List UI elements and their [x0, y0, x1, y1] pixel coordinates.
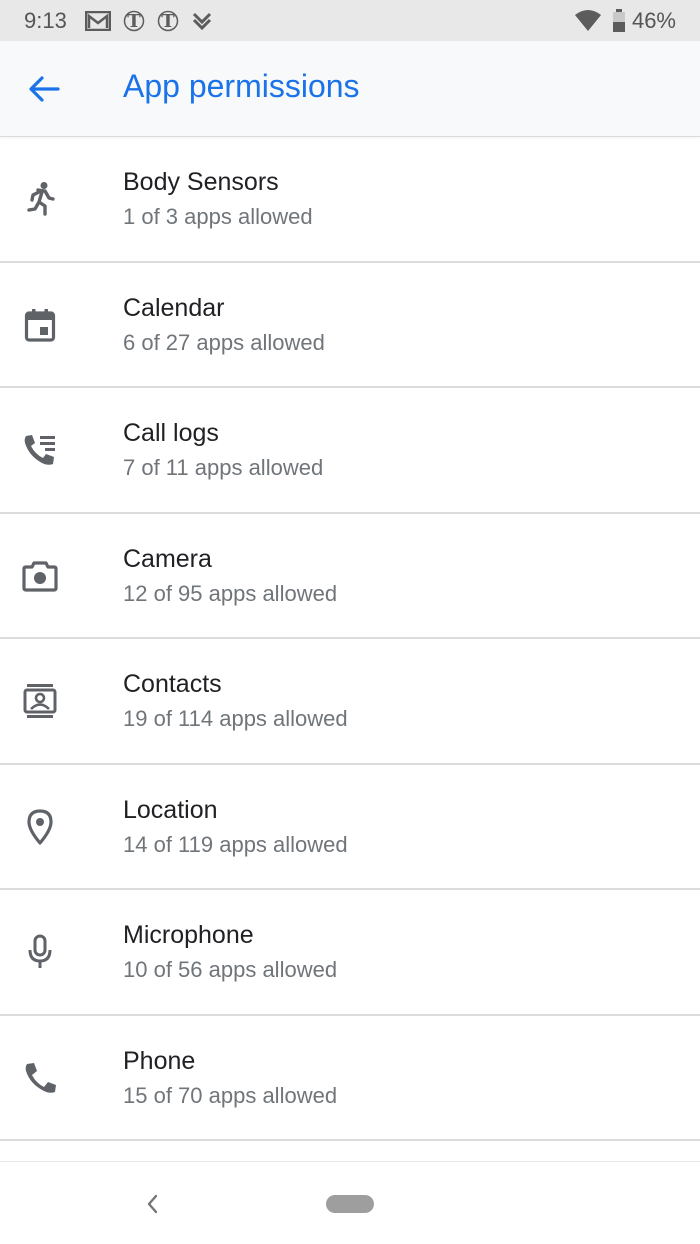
permission-label: Camera	[123, 544, 212, 573]
permission-item-contacts[interactable]: Contacts 19 of 114 apps allowed	[0, 639, 700, 765]
navigation-bar	[0, 1161, 700, 1244]
battery-icon	[612, 8, 626, 33]
arrow-back-icon	[29, 76, 60, 102]
status-time: 9:13	[24, 7, 67, 33]
nav-home-pill[interactable]	[326, 1195, 374, 1213]
permission-label: Phone	[123, 1046, 196, 1075]
permission-label: Body Sensors	[123, 168, 279, 196]
permission-item-calendar[interactable]: Calendar 6 of 27 apps allowed	[0, 263, 700, 388]
back-button[interactable]	[22, 67, 66, 111]
camera-icon	[22, 558, 58, 594]
page-title: App permissions	[123, 68, 360, 104]
phone-icon	[22, 1060, 58, 1096]
permission-label: Contacts	[123, 670, 222, 698]
permission-status: 14 of 119 apps allowed	[123, 831, 348, 857]
permission-item-phone[interactable]: Phone 15 of 70 apps allowed	[0, 1016, 700, 1141]
wifi-icon	[574, 9, 602, 32]
permission-status: 12 of 95 apps allowed	[123, 580, 338, 606]
feedly-icon	[191, 10, 213, 32]
permission-status: 19 of 114 apps allowed	[123, 706, 348, 731]
permission-item-location[interactable]: Location 14 of 119 apps allowed	[0, 765, 700, 890]
permission-status: 10 of 56 apps allowed	[123, 957, 338, 982]
permission-status: 7 of 11 apps allowed	[123, 455, 324, 480]
nytimes-icon: T	[157, 10, 179, 32]
permission-label: Location	[123, 795, 218, 824]
gmail-icon	[84, 10, 111, 31]
permission-status: 6 of 27 apps allowed	[123, 329, 325, 355]
status-right: 46%	[564, 8, 676, 34]
permission-item-call-logs[interactable]: Call logs 7 of 11 apps allowed	[0, 388, 700, 514]
status-bar: 9:13 T T 46%	[0, 0, 700, 41]
nav-back-button[interactable]	[138, 1188, 166, 1220]
permission-item-body-sensors[interactable]: Body Sensors 1 of 3 apps allowed	[0, 137, 700, 263]
permission-item-camera[interactable]: Camera 12 of 95 apps allowed	[0, 514, 700, 639]
location-icon	[22, 808, 58, 845]
permission-label: Call logs	[123, 419, 219, 447]
call-logs-icon	[22, 432, 58, 468]
permission-status: 1 of 3 apps allowed	[123, 204, 313, 229]
permission-item-microphone[interactable]: Microphone 10 of 56 apps allowed	[0, 890, 700, 1016]
status-left: 9:13 T T	[24, 8, 225, 34]
contacts-icon	[22, 683, 58, 719]
permissions-list: Body Sensors 1 of 3 apps allowed Calenda…	[0, 137, 700, 1161]
permission-status: 15 of 70 apps allowed	[123, 1082, 338, 1108]
battery-percentage: 46%	[631, 7, 676, 33]
nytimes-icon: T	[123, 10, 145, 32]
permission-label: Calendar	[123, 293, 225, 322]
permission-label: Microphone	[123, 921, 254, 949]
calendar-icon	[22, 307, 58, 343]
body-sensors-icon	[22, 181, 58, 217]
microphone-icon	[22, 934, 58, 970]
chevron-left-icon	[147, 1194, 158, 1214]
app-bar: App permissions	[0, 41, 700, 137]
